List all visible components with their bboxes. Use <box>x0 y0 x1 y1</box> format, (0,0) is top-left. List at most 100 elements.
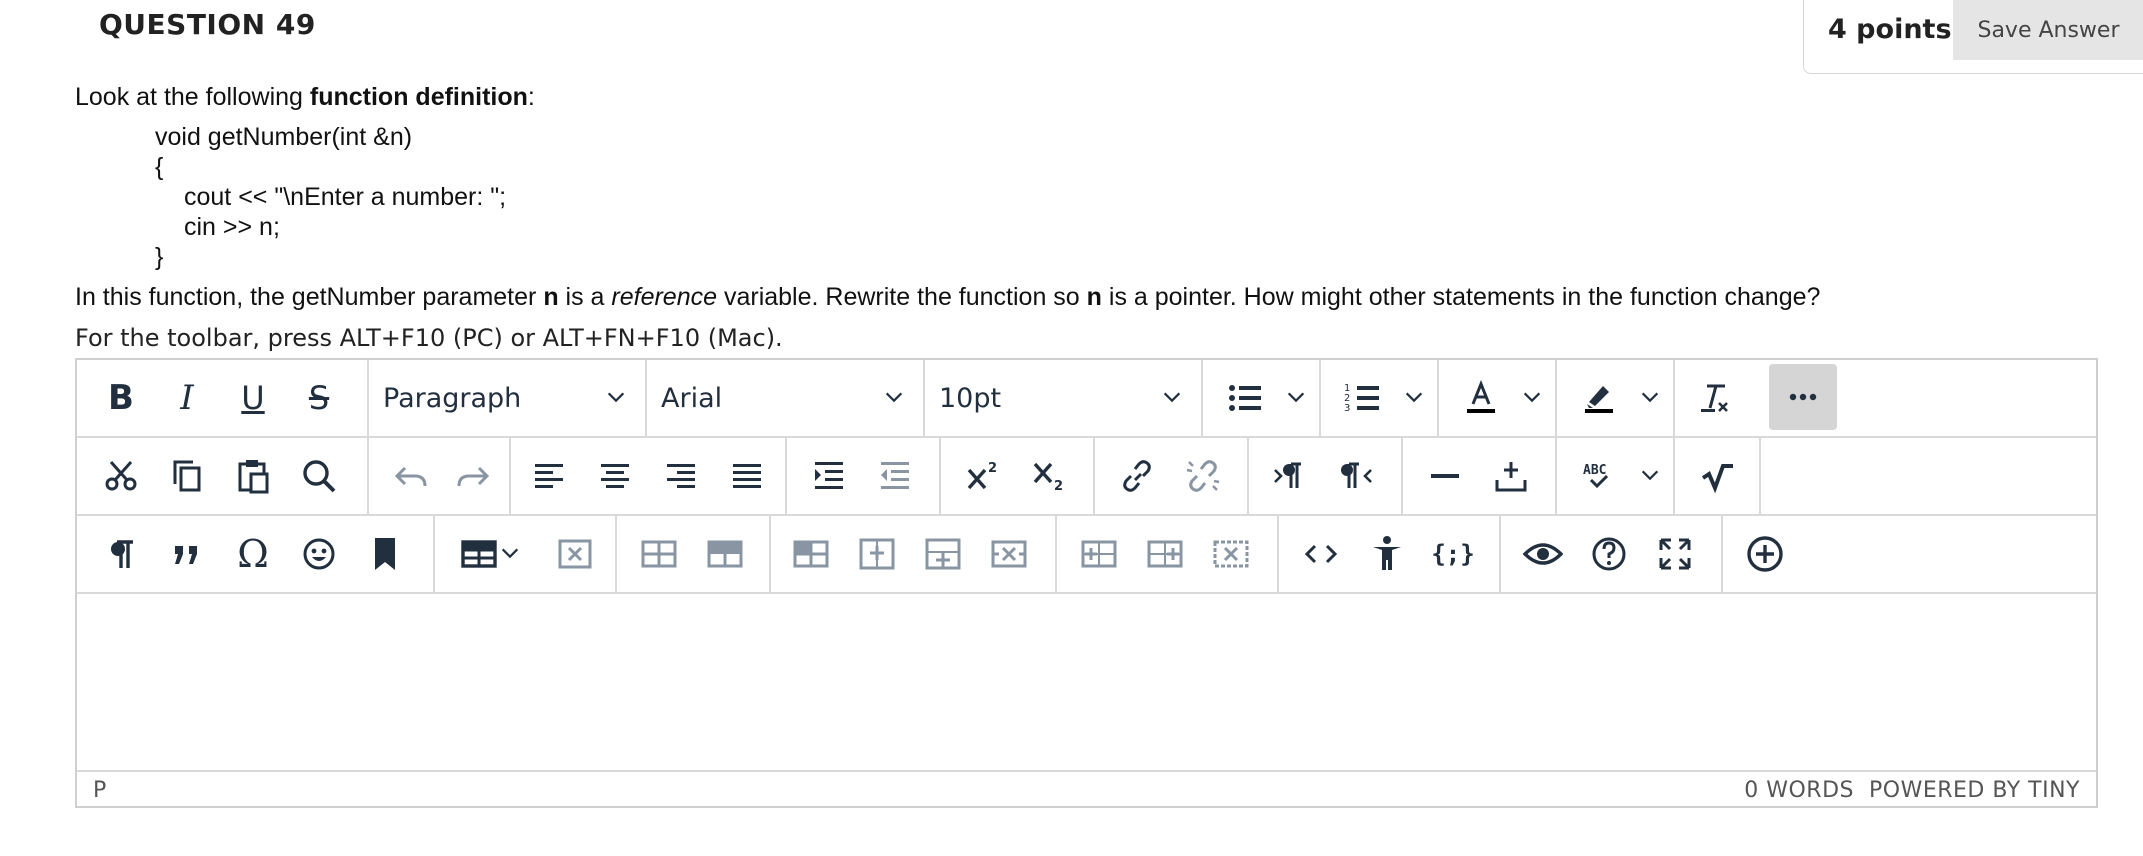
toolbar-hint: For the toolbar, press ALT+F10 (PC) or A… <box>75 324 783 352</box>
intro-bold-text: function definition <box>309 83 528 111</box>
font-size-select[interactable]: 10pt <box>925 360 1203 436</box>
body-text-1: In this function, the getNumber paramete… <box>75 283 544 311</box>
insert-chars-group: Ω <box>77 516 435 592</box>
redo-icon[interactable] <box>443 446 503 506</box>
search-icon[interactable] <box>289 446 349 506</box>
outdent-icon[interactable] <box>865 446 925 506</box>
paragraph-mark-icon[interactable] <box>91 524 151 584</box>
add-content-icon[interactable] <box>1735 524 1795 584</box>
code-line-4: cin >> n; <box>184 213 280 241</box>
superscript-icon[interactable]: 2 <box>953 446 1013 506</box>
table-cell-props-icon[interactable] <box>781 524 841 584</box>
block-format-select[interactable]: Paragraph <box>369 360 647 436</box>
bookmark-icon[interactable] <box>355 524 415 584</box>
highlighter-icon[interactable] <box>1569 368 1629 428</box>
chevron-down-icon[interactable] <box>499 542 521 564</box>
table-row-before-icon[interactable] <box>629 524 689 584</box>
subscript-icon[interactable]: 2 <box>1019 446 1079 506</box>
clear-formatting-icon[interactable] <box>1685 368 1745 428</box>
insert-column-icon[interactable] <box>913 524 973 584</box>
spellcheck-group: ABC <box>1557 438 1675 514</box>
spellcheck-icon[interactable]: ABC <box>1569 446 1629 506</box>
indent-group <box>787 438 941 514</box>
bullet-list-icon[interactable] <box>1215 368 1275 428</box>
chevron-down-icon[interactable] <box>1285 386 1307 408</box>
code-group: {;} <box>1279 516 1501 592</box>
code-line-2: { <box>155 153 164 181</box>
table-group <box>435 516 617 592</box>
powered-by-link[interactable]: POWERED BY TINY <box>1869 778 2080 803</box>
body-text-3: variable. Rewrite the function so <box>717 283 1087 311</box>
text-color-group <box>1439 360 1557 436</box>
word-count[interactable]: 0 WORDS <box>1744 778 1854 803</box>
status-right: 0 WORDS POWERED BY TINY <box>1744 778 2080 803</box>
fullscreen-icon[interactable] <box>1645 524 1705 584</box>
chevron-down-icon[interactable] <box>1521 386 1543 408</box>
chevron-down-icon[interactable] <box>1639 386 1661 408</box>
element-path[interactable]: P <box>93 778 106 803</box>
source-code-icon[interactable] <box>1291 524 1351 584</box>
intro-text: Look at the following <box>75 83 310 111</box>
delete-table-icon[interactable] <box>545 524 605 584</box>
unlink-icon[interactable] <box>1173 446 1233 506</box>
paste-icon[interactable] <box>223 446 283 506</box>
text-color-icon[interactable] <box>1451 368 1511 428</box>
insert-col-before-icon[interactable] <box>1069 524 1129 584</box>
special-character-icon[interactable]: Ω <box>223 524 283 584</box>
body-bold-1: n <box>543 283 559 311</box>
page-break-icon[interactable] <box>1481 446 1541 506</box>
link-icon[interactable] <box>1107 446 1167 506</box>
question-intro: Look at the following function definitio… <box>75 82 535 112</box>
accessibility-icon[interactable] <box>1357 524 1417 584</box>
ltr-icon[interactable] <box>1261 446 1321 506</box>
indent-icon[interactable] <box>799 446 859 506</box>
insert-col-after-icon[interactable] <box>1135 524 1195 584</box>
intro-suffix: : <box>527 83 535 111</box>
align-left-icon[interactable] <box>519 446 579 506</box>
emoji-icon[interactable] <box>289 524 349 584</box>
toolbar-row-3: Ω {;} <box>77 516 2096 594</box>
chevron-down-icon <box>885 392 903 403</box>
horizontal-line-icon[interactable] <box>1415 446 1475 506</box>
rtl-icon[interactable] <box>1327 446 1387 506</box>
cut-icon[interactable] <box>91 446 151 506</box>
align-justify-icon[interactable] <box>717 446 777 506</box>
font-family-value: Arial <box>661 382 723 414</box>
clear-format-group <box>1675 360 1755 436</box>
preview-eye-icon[interactable] <box>1513 524 1573 584</box>
equation-icon[interactable] <box>1687 446 1747 506</box>
font-family-select[interactable]: Arial <box>647 360 925 436</box>
code-sample-icon[interactable]: {;} <box>1423 524 1483 584</box>
numbered-list-icon[interactable]: 123 <box>1333 368 1393 428</box>
underline-icon[interactable]: U <box>223 368 283 428</box>
align-center-icon[interactable] <box>585 446 645 506</box>
editor-content-area[interactable] <box>77 594 2096 772</box>
delete-col-icon[interactable] <box>1201 524 1261 584</box>
bullet-list-group <box>1203 360 1321 436</box>
table-cell-group <box>771 516 1057 592</box>
points-label: 4 points <box>1828 14 1952 45</box>
link-group <box>1095 438 1249 514</box>
italic-icon[interactable]: I <box>157 368 217 428</box>
save-answer-button[interactable]: Save Answer <box>1953 0 2143 60</box>
code-line-1: void getNumber(int &n) <box>155 123 413 151</box>
more-options-icon[interactable] <box>1769 364 1837 430</box>
chevron-down-icon[interactable] <box>1639 464 1661 486</box>
insert-row-icon[interactable] <box>847 524 907 584</box>
svg-text:3: 3 <box>1344 403 1350 414</box>
bold-icon[interactable]: B <box>91 368 151 428</box>
font-size-value: 10pt <box>939 382 1002 414</box>
table-row-after-icon[interactable] <box>695 524 755 584</box>
blockquote-icon[interactable] <box>157 524 217 584</box>
align-right-icon[interactable] <box>651 446 711 506</box>
chevron-down-icon[interactable] <box>1403 386 1425 408</box>
copy-icon[interactable] <box>157 446 217 506</box>
chevron-down-icon <box>607 392 625 403</box>
body-text-4: is a pointer. How might other statements… <box>1101 283 1821 311</box>
undo-icon[interactable] <box>381 446 441 506</box>
help-icon[interactable] <box>1579 524 1639 584</box>
table-row-group <box>617 516 771 592</box>
delete-row-icon[interactable] <box>979 524 1039 584</box>
strikethrough-icon[interactable]: S <box>289 368 349 428</box>
script-group: 2 2 <box>941 438 1095 514</box>
